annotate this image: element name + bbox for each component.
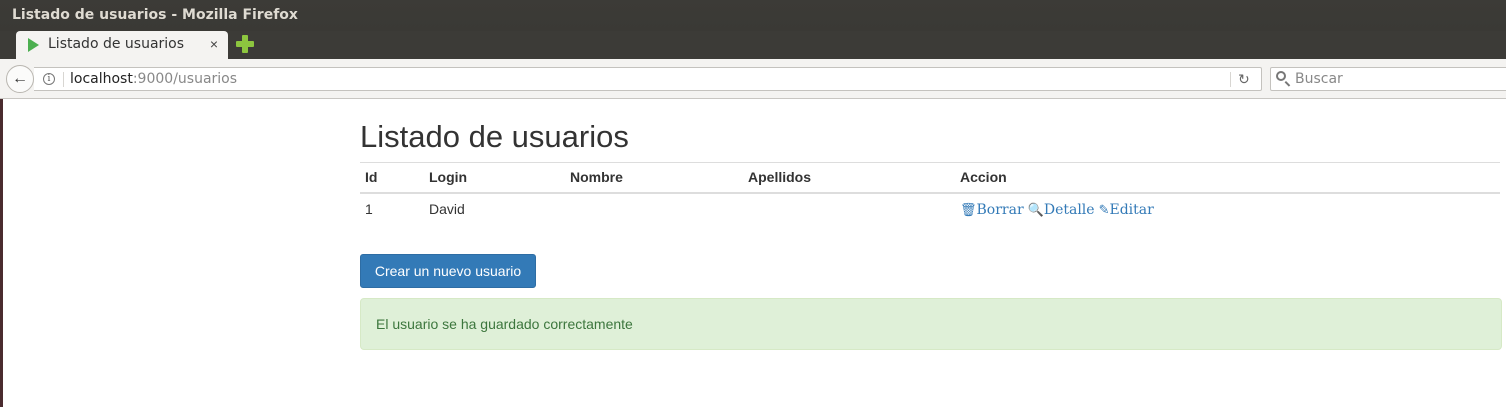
header-id: Id <box>360 162 424 194</box>
zoom-in-icon: 🔍 <box>1027 202 1044 218</box>
info-icon[interactable]: i <box>43 73 55 85</box>
tab-title: Listado de usuarios <box>48 36 185 52</box>
header-accion: Accion <box>955 162 1500 194</box>
page-title: Listado de usuarios <box>360 119 629 154</box>
cell-actions: 🗑Borrar 🔍Detalle ✎Editar <box>955 193 1500 225</box>
cell-login: David <box>429 201 465 217</box>
back-arrow-icon[interactable]: ← <box>6 65 34 93</box>
detalle-label: Detalle <box>1043 201 1095 218</box>
cell-id: 1 <box>365 201 373 217</box>
search-icon <box>1276 71 1286 81</box>
success-alert: El usuario se ha guardado correctamente <box>360 298 1502 350</box>
play-favicon-icon <box>28 38 39 52</box>
url-text[interactable]: localhost:9000/usuarios <box>70 68 237 90</box>
detalle-link[interactable]: 🔍Detalle <box>1028 202 1095 218</box>
cell-apellidos <box>743 193 955 225</box>
navigation-bar: ← i localhost:9000/usuarios ↻ <box>0 59 1506 99</box>
cell-nombre <box>565 193 743 225</box>
close-icon[interactable]: × <box>210 31 218 58</box>
header-nombre: Nombre <box>565 162 743 194</box>
search-bar[interactable] <box>1270 67 1506 91</box>
create-user-button[interactable]: Crear un nuevo usuario <box>360 254 536 288</box>
search-input[interactable] <box>1295 68 1495 90</box>
trash-icon: 🗑 <box>960 202 977 218</box>
header-login: Login <box>424 162 565 194</box>
editar-label: Editar <box>1109 201 1154 218</box>
users-table: Id Login Nombre Apellidos Accion 1 David… <box>360 162 1500 225</box>
url-bar[interactable]: i localhost:9000/usuarios ↻ <box>34 67 1262 91</box>
window-edge <box>0 99 3 407</box>
url-host: localhost <box>70 71 133 87</box>
tab-strip: Listado de usuarios × <box>0 31 1506 59</box>
tab-listado[interactable]: Listado de usuarios × <box>16 31 228 59</box>
borrar-link[interactable]: 🗑Borrar <box>960 202 1024 218</box>
reload-icon[interactable]: ↻ <box>1238 68 1250 90</box>
editar-link[interactable]: ✎Editar <box>1099 202 1154 218</box>
table-header-row: Id Login Nombre Apellidos Accion <box>360 162 1500 194</box>
pencil-icon: ✎ <box>1098 202 1110 218</box>
header-apellidos: Apellidos <box>743 162 955 194</box>
new-tab-plus-icon[interactable] <box>236 35 254 53</box>
url-path: :9000/usuarios <box>132 71 238 87</box>
window-title: Listado de usuarios - Mozilla Firefox <box>0 0 1506 31</box>
table-row: 1 David 🗑Borrar 🔍Detalle ✎Editar <box>360 193 1500 225</box>
borrar-label: Borrar <box>976 201 1024 218</box>
